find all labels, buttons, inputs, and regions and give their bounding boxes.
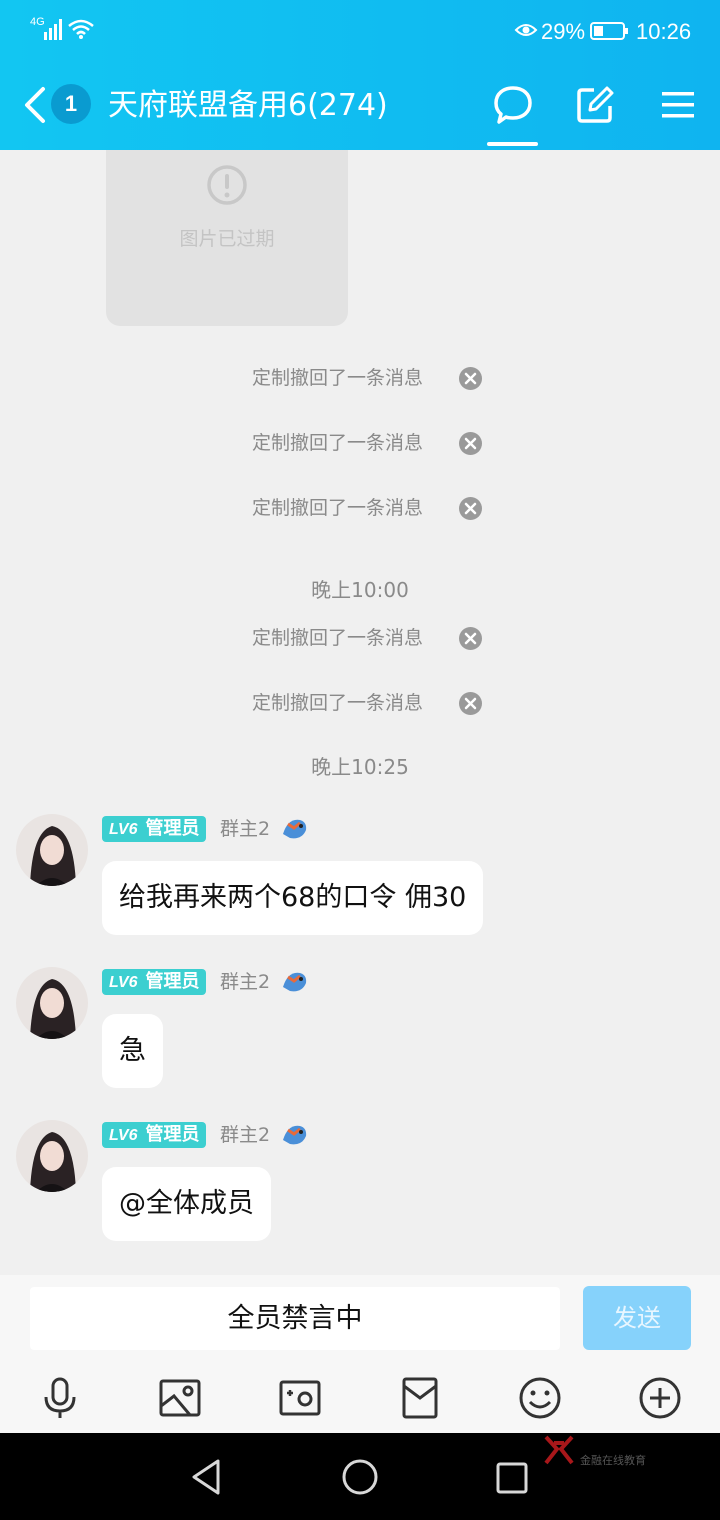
member-level-badge: LV6 管理员 — [102, 969, 207, 995]
recall-notice: 定制撤回了一条消息 — [0, 428, 720, 458]
role-text: 管理员 — [145, 1124, 200, 1145]
close-circle-icon[interactable] — [459, 497, 482, 520]
sender-nickname[interactable]: 群主2 — [220, 816, 270, 842]
message-bubble[interactable]: @全体成员 — [102, 1167, 271, 1241]
back-arrow-icon[interactable] — [22, 86, 48, 124]
nav-home-icon[interactable] — [341, 1458, 379, 1496]
sender-nickname[interactable]: 群主2 — [220, 1122, 270, 1148]
recall-notice-text: 定制撤回了一条消息 — [252, 497, 424, 519]
timestamp: 晚上10:25 — [311, 755, 409, 779]
chat-bubble-icon[interactable] — [492, 84, 534, 126]
clock: 10:26 — [636, 19, 692, 44]
watermark-logo-icon — [544, 1435, 574, 1465]
message-bubble[interactable]: 给我再来两个68的口令 佣30 — [102, 861, 484, 935]
menu-icon[interactable] — [662, 91, 694, 119]
dragon-badge-icon — [283, 972, 307, 992]
level-text: LV6 — [109, 821, 138, 838]
muted-input-box: 全员禁言中 — [30, 1287, 560, 1350]
eye-comfort-icon — [514, 24, 538, 36]
active-tab-indicator — [487, 142, 538, 146]
expired-image-card[interactable]: 图片已过期 — [106, 150, 348, 326]
close-circle-icon[interactable] — [459, 692, 482, 715]
recall-notice: 定制撤回了一条消息 — [0, 688, 720, 718]
recall-notice: 定制撤回了一条消息 — [0, 363, 720, 393]
video-icon[interactable] — [278, 1376, 322, 1420]
timestamp: 晚上10:00 — [311, 578, 409, 602]
avatar[interactable] — [16, 967, 88, 1039]
battery-percent: 29% — [541, 19, 586, 44]
recall-notice: 定制撤回了一条消息 — [0, 623, 720, 653]
nav-back-icon[interactable] — [190, 1458, 222, 1496]
page-title[interactable]: 天府联盟备用6(274) — [108, 85, 388, 127]
member-level-badge: LV6 管理员 — [102, 816, 207, 842]
close-circle-icon[interactable] — [459, 432, 482, 455]
level-text: LV6 — [109, 1127, 138, 1144]
chat-header: 4G 29% 10:26 1 天府联盟备用6(274) — [0, 0, 720, 150]
sender-nickname[interactable]: 群主2 — [220, 969, 270, 995]
member-level-badge: LV6 管理员 — [102, 1122, 207, 1148]
watermark-text: 金融在线教育 — [580, 1454, 646, 1467]
battery-icon — [590, 22, 628, 40]
role-text: 管理员 — [145, 971, 200, 992]
image-icon[interactable] — [158, 1376, 202, 1420]
send-button[interactable]: 发送 — [583, 1286, 691, 1350]
microphone-icon[interactable] — [38, 1376, 82, 1420]
red-packet-icon[interactable] — [398, 1376, 442, 1420]
edit-icon[interactable] — [576, 86, 614, 124]
role-text: 管理员 — [145, 818, 200, 839]
alert-icon — [207, 165, 247, 205]
signal-icon — [44, 19, 62, 40]
recall-notice: 定制撤回了一条消息 — [0, 493, 720, 523]
expired-image-label: 图片已过期 — [179, 228, 275, 250]
avatar[interactable] — [16, 814, 88, 886]
close-circle-icon[interactable] — [459, 367, 482, 390]
wifi-icon — [68, 19, 94, 39]
nav-recents-icon[interactable] — [495, 1461, 529, 1495]
plus-icon[interactable] — [638, 1376, 682, 1420]
recall-notice-text: 定制撤回了一条消息 — [252, 432, 424, 454]
dragon-badge-icon — [283, 819, 307, 839]
emoji-icon[interactable] — [518, 1376, 562, 1420]
message-bubble[interactable]: 急 — [102, 1014, 163, 1088]
close-circle-icon[interactable] — [459, 627, 482, 650]
recall-notice-text: 定制撤回了一条消息 — [252, 367, 424, 389]
unread-count-badge[interactable]: 1 — [51, 84, 91, 124]
dragon-badge-icon — [283, 1125, 307, 1145]
level-text: LV6 — [109, 974, 138, 991]
recall-notice-text: 定制撤回了一条消息 — [252, 627, 424, 649]
recall-notice-text: 定制撤回了一条消息 — [252, 692, 424, 714]
avatar[interactable] — [16, 1120, 88, 1192]
